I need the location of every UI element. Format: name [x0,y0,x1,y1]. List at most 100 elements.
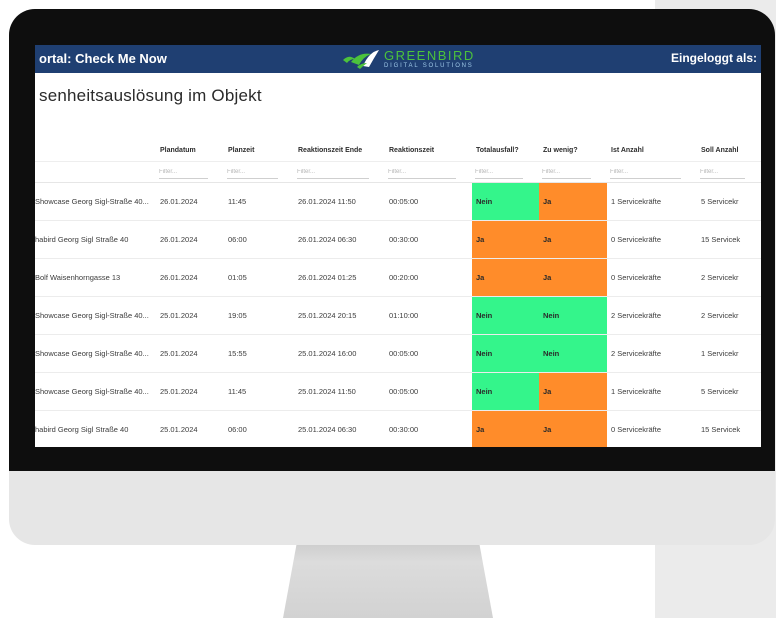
cell-totalausfall: Nein [472,335,539,372]
table-body: Showcase Georg Sigl-Straße 40... 26.01.20… [35,183,761,447]
cell-ist-anzahl: 0 Servicekräfte [611,235,662,244]
cell-zu-wenig: Ja [539,373,607,410]
cell-reaktionszeit: 00:30:00 [389,425,419,434]
app-header-bar: ortal: Check Me Now GREENBIRD DIGITAL SO… [35,45,761,73]
logo-tagline: DIGITAL SOLUTIONS [384,63,474,69]
cell-reaktionszeit: 01:10:00 [389,311,419,320]
cell-plandatum: 25.01.2024 [160,387,198,396]
cell-planzeit: 06:00 [228,235,247,244]
cell-ist-anzahl: 0 Servicekräfte [611,273,662,282]
cell-plandatum: 25.01.2024 [160,349,198,358]
cell-plandatum: 25.01.2024 [160,425,198,434]
cell-soll-anzahl: 2 Servicekr [701,311,739,320]
table-row[interactable]: habird Georg Sigl Straße 40 26.01.2024 06:… [35,221,761,259]
cell-reaktionszeit-ende: 25.01.2024 20:15 [298,311,357,320]
cell-planzeit: 15:55 [228,349,247,358]
column-header-reaktionszeit[interactable]: Reaktionszeit [385,139,472,161]
cell-soll-anzahl: 15 Servicek [701,235,741,244]
filter-input-reaktionszeit[interactable] [388,165,456,179]
cell-ist-anzahl: 1 Servicekräfte [611,197,662,206]
cell-plandatum: 26.01.2024 [160,197,198,206]
cell-ist-anzahl: 1 Servicekräfte [611,387,662,396]
cell-object: Showcase Georg Sigl-Straße 40... [35,197,149,206]
logo-wordmark: GREENBIRD [384,48,475,63]
filter-input-reaktionszeit-ende[interactable] [297,165,369,179]
column-header-object[interactable] [35,139,156,161]
cell-zu-wenig: Ja [539,411,607,447]
column-header-plandatum[interactable]: Plandatum [156,139,224,161]
cell-plandatum: 26.01.2024 [160,273,198,282]
cell-object: Showcase Georg Sigl-Straße 40... [35,311,149,320]
cell-reaktionszeit-ende: 25.01.2024 16:00 [298,349,357,358]
page-title: senheitsauslösung im Objekt [39,86,262,105]
table-row[interactable]: habird Georg Sigl Straße 40 25.01.2024 06:… [35,411,761,447]
cell-zu-wenig: Nein [539,297,607,334]
events-table: Plandatum Planzeit Reaktionszeit Ende Re… [35,139,761,447]
cell-planzeit: 06:00 [228,425,247,434]
cell-reaktionszeit: 00:30:00 [389,235,419,244]
table-row[interactable]: Showcase Georg Sigl-Straße 40... 25.01.20… [35,335,761,373]
column-header-totalausfall[interactable]: Totalausfall? [472,139,539,161]
cell-planzeit: 11:45 [228,197,247,206]
filter-row [35,162,761,183]
monitor-frame: ortal: Check Me Now GREENBIRD DIGITAL SO… [9,9,775,545]
cell-reaktionszeit-ende: 26.01.2024 01:25 [298,273,357,282]
cell-totalausfall: Ja [472,221,539,258]
cell-object: Showcase Georg Sigl-Straße 40... [35,349,149,358]
cell-soll-anzahl: 1 Servicekr [701,349,739,358]
column-header-reaktionszeit-ende[interactable]: Reaktionszeit Ende [294,139,385,161]
cell-plandatum: 25.01.2024 [160,311,198,320]
filter-input-zu-wenig[interactable] [542,165,591,179]
cell-soll-anzahl: 5 Servicekr [701,197,739,206]
monitor-stand [283,538,493,618]
cell-reaktionszeit: 00:05:00 [389,197,419,206]
filter-input-soll-anzahl[interactable] [700,165,745,179]
filter-input-planzeit[interactable] [227,165,278,179]
cell-totalausfall: Ja [472,411,539,447]
column-header-soll-anzahl[interactable]: Soll Anzahl [697,139,761,161]
cell-soll-anzahl: 5 Servicekr [701,387,739,396]
app-screen: ortal: Check Me Now GREENBIRD DIGITAL SO… [35,45,761,447]
cell-totalausfall: Nein [472,297,539,334]
greenbird-logo-icon [343,50,379,69]
table-row[interactable]: Showcase Georg Sigl-Straße 40... 26.01.20… [35,183,761,221]
cell-planzeit: 01:05 [228,273,247,282]
column-header-ist-anzahl[interactable]: Ist Anzahl [607,139,697,161]
cell-zu-wenig: Ja [539,221,607,258]
cell-reaktionszeit: 00:05:00 [389,387,419,396]
cell-ist-anzahl: 0 Servicekräfte [611,425,662,434]
logged-in-user-label[interactable]: Eingeloggt als: [671,51,757,65]
cell-reaktionszeit: 00:05:00 [389,349,419,358]
filter-input-plandatum[interactable] [159,165,208,179]
cell-totalausfall: Ja [472,259,539,296]
app-title: ortal: Check Me Now [39,51,167,66]
cell-object: Showcase Georg Sigl-Straße 40... [35,387,149,396]
monitor-bezel: ortal: Check Me Now GREENBIRD DIGITAL SO… [9,9,775,471]
cell-planzeit: 19:05 [228,311,247,320]
cell-ist-anzahl: 2 Servicekräfte [611,349,662,358]
cell-object: habird Georg Sigl Straße 40 [35,425,129,434]
cell-planzeit: 11:45 [228,387,247,396]
filter-input-totalausfall[interactable] [475,165,523,179]
table-row[interactable]: Bolf Waisenhorngasse 13 26.01.2024 01:05 26… [35,259,761,297]
cell-zu-wenig: Ja [539,183,607,220]
cell-reaktionszeit: 00:20:00 [389,273,419,282]
cell-zu-wenig: Ja [539,259,607,296]
cell-reaktionszeit-ende: 25.01.2024 06:30 [298,425,357,434]
cell-reaktionszeit-ende: 26.01.2024 11:50 [298,197,356,206]
cell-totalausfall: Nein [472,183,539,220]
column-header-planzeit[interactable]: Planzeit [224,139,294,161]
cell-soll-anzahl: 15 Servicek [701,425,741,434]
cell-reaktionszeit-ende: 26.01.2024 06:30 [298,235,357,244]
cell-zu-wenig: Nein [539,335,607,372]
cell-totalausfall: Nein [472,373,539,410]
filter-input-ist-anzahl[interactable] [610,165,681,179]
cell-object: Bolf Waisenhorngasse 13 [35,273,121,282]
cell-soll-anzahl: 2 Servicekr [701,273,739,282]
table-row[interactable]: Showcase Georg Sigl-Straße 40... 25.01.20… [35,373,761,411]
cell-object: habird Georg Sigl Straße 40 [35,235,129,244]
greenbird-logo[interactable]: GREENBIRD DIGITAL SOLUTIONS [341,48,475,70]
column-header-zu-wenig[interactable]: Zu wenig? [539,139,607,161]
table-row[interactable]: Showcase Georg Sigl-Straße 40... 25.01.20… [35,297,761,335]
cell-ist-anzahl: 2 Servicekräfte [611,311,662,320]
